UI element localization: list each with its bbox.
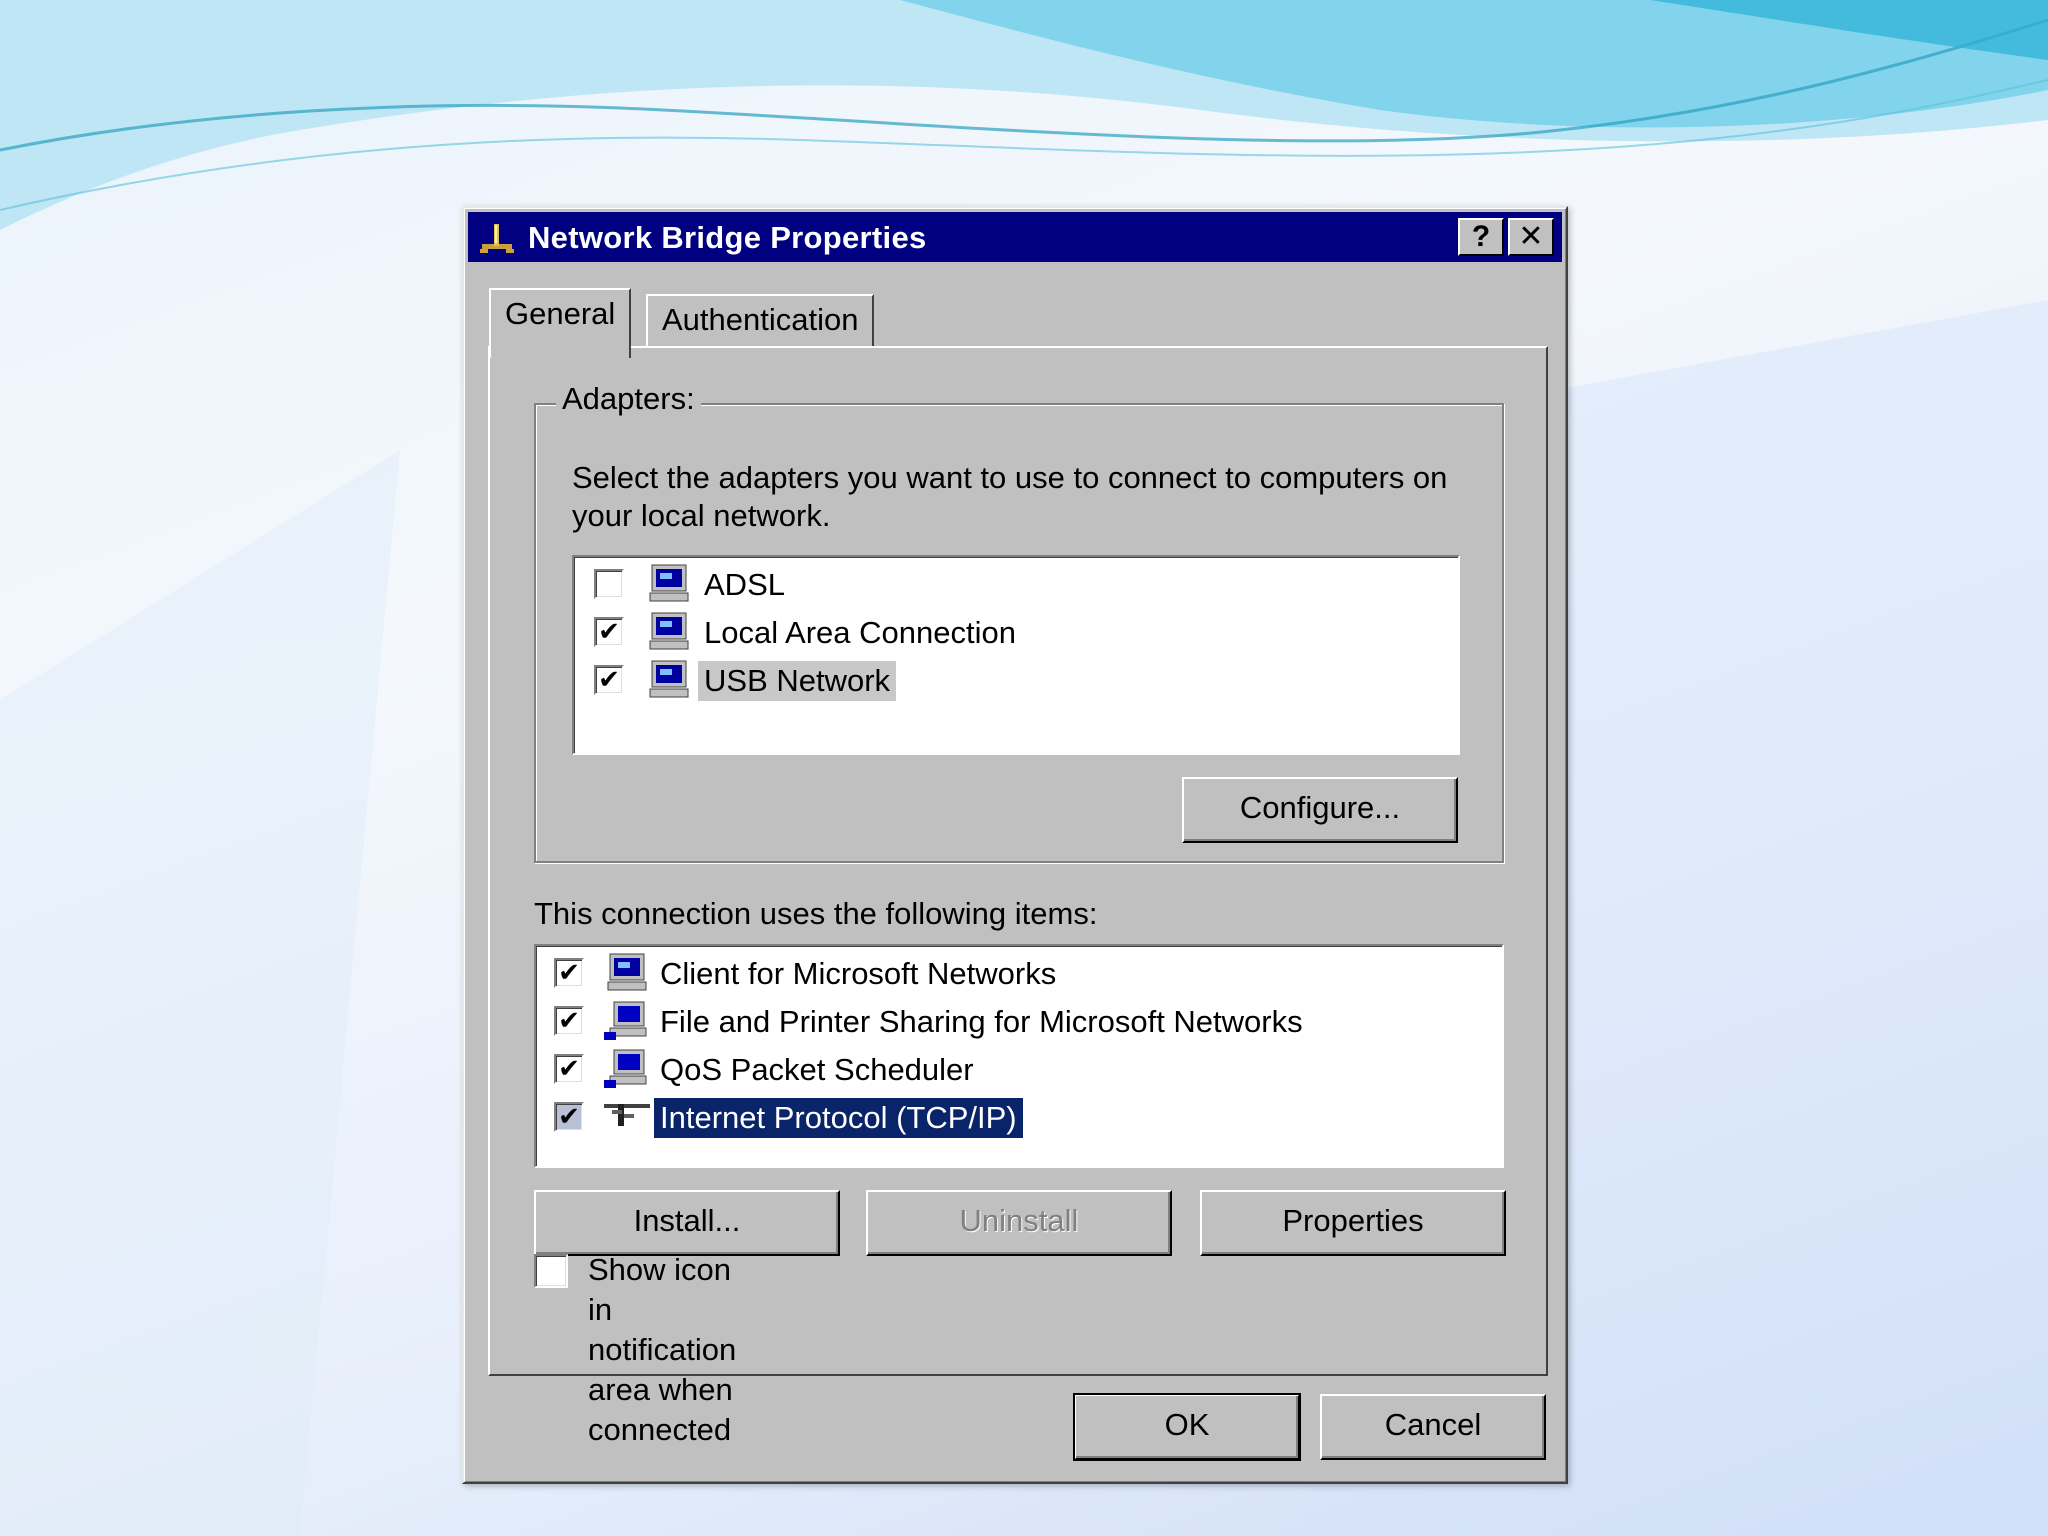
install-button[interactable]: Install... [534, 1190, 840, 1256]
component-checkbox[interactable]: ✔ [554, 1102, 584, 1132]
component-label: Internet Protocol (TCP/IP) [654, 1098, 1023, 1138]
adapters-description: Select the adapters you want to use to c… [572, 460, 1448, 533]
component-checkbox[interactable]: ✔ [554, 1054, 584, 1084]
adapters-groupbox: Adapters: Select the adapters you want t… [534, 381, 1504, 863]
components-list[interactable]: ✔ Client for Microsoft Networks ✔ File a… [534, 944, 1504, 1168]
adapter-checkbox[interactable]: ✔ [594, 665, 624, 695]
network-client-icon [607, 953, 647, 991]
cancel-button[interactable]: Cancel [1320, 1394, 1546, 1460]
component-label: File and Printer Sharing for Microsoft N… [660, 1004, 1303, 1039]
general-tab-panel: Adapters: Select the adapters you want t… [488, 346, 1548, 1447]
adapter-label: ADSL [704, 567, 785, 602]
adapters-list[interactable]: ADSL ✔ Local Area Connection ✔ USB Netwo… [572, 555, 1460, 755]
network-adapter-icon [649, 612, 689, 650]
network-service-icon [604, 1049, 647, 1088]
components-label: This connection uses the following items… [534, 896, 1098, 931]
component-checkbox[interactable]: ✔ [554, 1006, 584, 1036]
tab-authentication[interactable]: Authentication [646, 294, 875, 346]
adapter-label: USB Network [698, 661, 897, 701]
adapter-checkbox[interactable] [594, 569, 624, 599]
uninstall-button[interactable]: Uninstall [866, 1190, 1172, 1256]
help-button[interactable]: ? [1458, 218, 1504, 256]
network-bridge-properties-dialog: Network Bridge Properties ? ✕ General Au… [462, 206, 1568, 1484]
configure-button[interactable]: Configure... [1182, 777, 1458, 843]
component-label: QoS Packet Scheduler [660, 1052, 974, 1087]
network-protocol-icon [604, 1104, 650, 1126]
close-button[interactable]: ✕ [1508, 218, 1554, 256]
notify-checkbox[interactable] [534, 1254, 568, 1288]
adapters-legend: Adapters: [556, 381, 701, 417]
network-adapter-icon [649, 660, 689, 698]
tab-general[interactable]: General [489, 288, 632, 358]
adapter-label: Local Area Connection [704, 615, 1016, 650]
window-title: Network Bridge Properties [528, 220, 927, 255]
component-label: Client for Microsoft Networks [660, 956, 1057, 991]
network-adapter-icon [649, 564, 689, 602]
network-bridge-icon [480, 224, 514, 253]
adapter-checkbox[interactable]: ✔ [594, 617, 624, 647]
title-bar[interactable]: Network Bridge Properties ? ✕ [468, 212, 1562, 262]
ok-button[interactable]: OK [1073, 1393, 1301, 1461]
network-service-icon [604, 1001, 647, 1040]
component-checkbox[interactable]: ✔ [554, 958, 584, 988]
properties-button[interactable]: Properties [1200, 1190, 1506, 1256]
notify-label: Show icon in notification area when conn… [588, 1252, 737, 1447]
